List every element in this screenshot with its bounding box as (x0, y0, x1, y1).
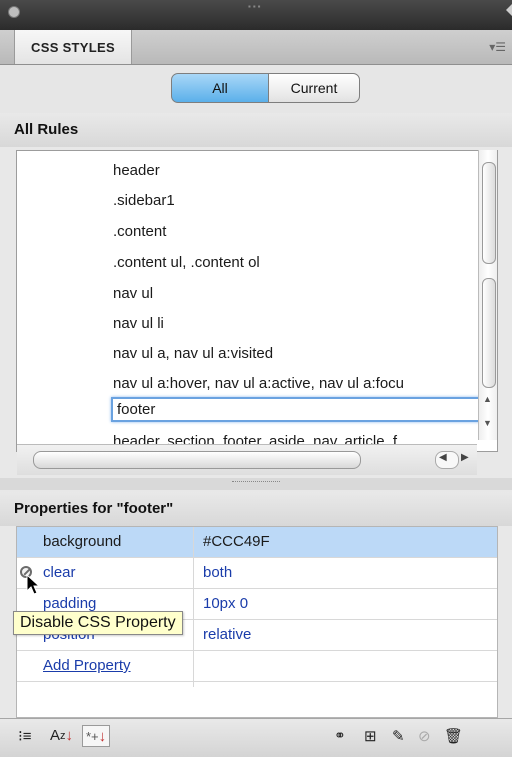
horizontal-scroll-thumb[interactable] (33, 451, 361, 469)
rule-item[interactable]: .content (113, 223, 166, 240)
rules-vertical-scrollbar[interactable]: ▲ ▼ (478, 150, 497, 440)
tab-strip: CSS STYLES ▾☰ (0, 30, 512, 65)
mode-switcher: All Current (0, 65, 512, 115)
tab-css-styles[interactable]: CSS STYLES (14, 30, 132, 64)
scroll-down-icon[interactable]: ▼ (483, 418, 492, 428)
panel-menu-icon[interactable]: ▾☰ (489, 40, 506, 54)
property-value[interactable]: 10px 0 (203, 595, 248, 612)
disable-icon[interactable]: ⊘ (418, 727, 431, 745)
panel-close-dot[interactable] (8, 6, 20, 18)
current-mode-button[interactable]: Current (268, 73, 360, 103)
category-view-icon[interactable]: ⁝≡ (18, 727, 32, 745)
bottom-toolbar: ⁝≡ Az ↓ *+ ↓ ⚭ ⊞ ✎ ⊘ 🗑 (0, 718, 512, 757)
collapse-arrow-icon[interactable] (506, 4, 512, 16)
new-rule-icon[interactable]: ⊞ (364, 727, 377, 745)
mouse-cursor-icon (26, 574, 41, 595)
rules-list: header .sidebar1 .content .content ul, .… (16, 150, 498, 452)
attach-stylesheet-icon[interactable]: ⚭ (334, 727, 346, 744)
scroll-up-icon[interactable]: ▲ (483, 394, 492, 404)
property-name[interactable]: padding (43, 595, 96, 612)
add-property-link[interactable]: Add Property (43, 657, 131, 674)
properties-header: Properties for "footer" (0, 492, 512, 526)
category-view-glyph: ⁝≡ (18, 728, 32, 745)
rule-item[interactable]: nav ul li (113, 315, 164, 332)
splitter-grip-icon[interactable] (232, 481, 280, 482)
property-value[interactable]: both (203, 564, 232, 581)
drag-grip-icon[interactable]: ▪▪▪ (248, 2, 263, 11)
css-styles-panel: ▪▪▪ CSS STYLES ▾☰ All Current All Rules … (0, 0, 512, 757)
scroll-left-icon[interactable]: ◀ (439, 452, 447, 463)
property-name[interactable]: clear (43, 564, 76, 581)
rule-item-selected[interactable]: footer (111, 397, 485, 422)
rule-item[interactable]: .content ul, .content ol (113, 254, 260, 271)
vertical-scroll-thumb-top[interactable] (482, 162, 496, 264)
edit-rule-icon[interactable]: ✎ (392, 727, 405, 745)
property-name[interactable]: background (43, 533, 121, 550)
rule-item[interactable]: nav ul a, nav ul a:visited (113, 345, 273, 362)
delete-icon[interactable]: 🗑 (444, 727, 463, 745)
property-row[interactable]: clear both (17, 558, 497, 589)
panel-title-bar: ▪▪▪ (0, 0, 512, 30)
scroll-right-icon[interactable]: ▶ (461, 452, 469, 463)
rule-item[interactable]: .sidebar1 (113, 192, 175, 209)
set-properties-glyph: *+ (86, 728, 99, 744)
column-divider (193, 527, 194, 687)
property-value[interactable]: relative (203, 626, 251, 643)
add-property-row[interactable]: Add Property (17, 651, 497, 682)
all-rules-header: All Rules (0, 113, 512, 147)
disable-property-tooltip: Disable CSS Property (13, 611, 183, 635)
vertical-scroll-thumb[interactable] (482, 278, 496, 388)
alpha-sort-a: A (50, 727, 61, 744)
properties-title: Properties for "footer" (14, 500, 174, 517)
rule-item[interactable]: nav ul (113, 285, 153, 302)
rule-item[interactable]: header (113, 162, 160, 179)
all-rules-title: All Rules (14, 121, 79, 138)
set-properties-icon[interactable]: *+ ↓ (82, 725, 111, 747)
property-row[interactable]: background #CCC49F (17, 527, 497, 558)
property-value[interactable]: #CCC49F (203, 533, 270, 550)
all-mode-button[interactable]: All (171, 73, 269, 103)
alpha-sort-icon[interactable]: Az ↓ (50, 727, 73, 744)
rule-item[interactable]: nav ul a:hover, nav ul a:active, nav ul … (113, 375, 404, 392)
pane-splitter[interactable] (0, 478, 512, 490)
rules-horizontal-scrollbar[interactable]: ◀ ▶ (17, 444, 477, 475)
